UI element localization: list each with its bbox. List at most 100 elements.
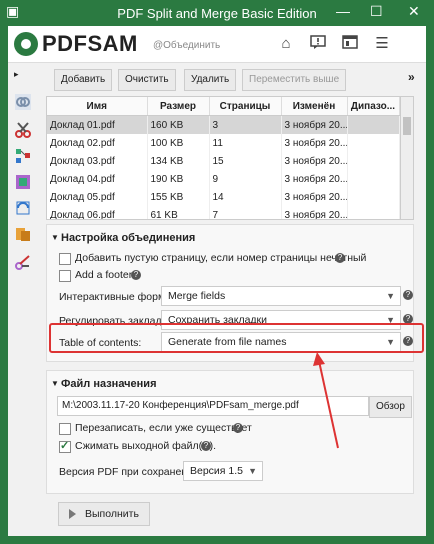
forms-select-value: Merge fields	[168, 290, 226, 302]
cell-name: Доклад 06.pdf	[47, 206, 148, 219]
cell-size: 160 KB	[147, 115, 210, 134]
overwrite-label: Перезаписать, если уже существует	[75, 422, 252, 434]
feedback-icon[interactable]	[308, 34, 328, 54]
dropdown-arrow-icon: ▼	[248, 466, 257, 476]
merge-settings-title: Настройка объединения	[61, 232, 196, 244]
footer-label: Add a footer	[75, 269, 133, 281]
cell-modified: 3 ноября 20...	[281, 134, 348, 152]
dashboard-icon[interactable]	[340, 34, 360, 54]
dropdown-arrow-icon: ▼	[386, 291, 395, 301]
table-row[interactable]: Доклад 01.pdf 160 KB 3 3 ноября 20...	[47, 115, 400, 134]
destination-panel: ▼ Файл назначения M:\2003.11.17-20 Конфе…	[46, 370, 414, 494]
toc-highlight-frame	[49, 323, 424, 353]
cell-size: 155 KB	[147, 188, 210, 206]
cell-pages: 3	[209, 115, 282, 134]
module-title: @Объединить	[153, 40, 221, 51]
table-row[interactable]: Доклад 05.pdf 155 KB 14 3 ноября 20...	[47, 188, 400, 206]
expand-sidebar-icon[interactable]: ▸	[14, 69, 19, 80]
cell-modified: 3 ноября 20...	[281, 206, 348, 219]
rotate-icon[interactable]	[14, 199, 32, 217]
version-select-value: Версия 1.5	[190, 465, 243, 477]
cell-pages: 7	[209, 206, 282, 219]
merge-module-icon[interactable]	[14, 93, 32, 111]
cell-range[interactable]	[347, 152, 400, 170]
column-header[interactable]: Дипазо...	[347, 97, 400, 116]
cell-range[interactable]	[347, 170, 400, 188]
sidebar: ▸	[8, 63, 38, 536]
table-row[interactable]: Доклад 04.pdf 190 KB 9 3 ноября 20...	[47, 170, 400, 188]
cell-modified: 3 ноября 20...	[281, 170, 348, 188]
help-icon: ?	[335, 253, 345, 263]
table-row[interactable]: Доклад 06.pdf 61 KB 7 3 ноября 20...	[47, 206, 400, 219]
cell-pages: 9	[209, 170, 282, 188]
help-icon: ?	[201, 441, 211, 451]
run-button[interactable]: Выполнить	[58, 502, 150, 526]
blank-page-checkbox[interactable]	[59, 253, 71, 265]
table-row[interactable]: Доклад 03.pdf 134 KB 15 3 ноября 20...	[47, 152, 400, 170]
help-icon: ?	[233, 423, 243, 433]
maximize-button[interactable]: ☐	[370, 3, 383, 20]
app-header: PDFSAM @Объединить ⌂ ☰	[8, 26, 426, 63]
compress-checkbox[interactable]	[59, 439, 71, 453]
run-label: Выполнить	[85, 508, 139, 520]
menu-icon[interactable]: ☰	[372, 34, 392, 54]
browse-button[interactable]: Обзор	[369, 396, 412, 418]
table-row[interactable]: Доклад 02.pdf 100 KB 11 3 ноября 20...	[47, 134, 400, 152]
cell-range[interactable]	[347, 134, 400, 152]
home-icon[interactable]: ⌂	[276, 34, 296, 54]
alternate-mix-icon[interactable]	[14, 173, 32, 191]
column-header[interactable]: Размер	[147, 97, 210, 116]
more-options-button[interactable]: »	[408, 70, 415, 84]
column-header[interactable]: Изменён	[281, 97, 348, 116]
cell-modified: 3 ноября 20...	[281, 188, 348, 206]
cell-name: Доклад 03.pdf	[47, 152, 148, 170]
cell-name: Доклад 01.pdf	[47, 115, 148, 134]
help-icon: ?	[131, 270, 141, 280]
destination-title: Файл назначения	[61, 378, 157, 390]
file-toolbar: Добавить Очистить Удалить Переместить вы…	[38, 64, 426, 92]
split-by-bookmarks-icon[interactable]	[14, 147, 32, 165]
clear-button[interactable]: Очистить	[118, 69, 176, 91]
pdfsam-logo-icon	[14, 32, 38, 56]
cell-range[interactable]	[347, 206, 400, 219]
app-window: ▣ PDF Split and Merge Basic Edition — ☐ …	[0, 0, 434, 544]
version-label: Версия PDF при сохранении:	[59, 466, 202, 478]
column-header[interactable]: Имя	[47, 97, 148, 116]
column-header[interactable]: Страницы	[209, 97, 282, 116]
cell-pages: 11	[209, 134, 282, 152]
move-up-button[interactable]: Переместить выше	[242, 69, 347, 91]
cell-modified: 3 ноября 20...	[281, 115, 348, 134]
files-table[interactable]: Имя Размер Страницы Изменён Дипазо... До…	[46, 96, 414, 220]
logo-text: PDFSAM	[42, 31, 138, 56]
window-title: PDF Split and Merge Basic Edition	[117, 6, 317, 21]
close-button[interactable]: ✕	[408, 3, 420, 20]
overwrite-checkbox[interactable]	[59, 423, 71, 435]
minimize-button[interactable]: —	[336, 3, 350, 19]
cell-size: 190 KB	[147, 170, 210, 188]
table-scrollbar[interactable]	[400, 97, 413, 219]
remove-button[interactable]: Удалить	[184, 69, 237, 91]
cell-pages: 14	[209, 188, 282, 206]
split-by-size-icon[interactable]	[14, 253, 32, 271]
collapse-arrow-icon[interactable]: ▼	[51, 379, 59, 388]
cell-modified: 3 ноября 20...	[281, 152, 348, 170]
forms-select[interactable]: Merge fields ▼	[161, 286, 401, 306]
cell-size: 100 KB	[147, 134, 210, 152]
cell-size: 61 KB	[147, 206, 210, 219]
forms-label: Интерактивные форм...	[59, 291, 174, 303]
cell-range[interactable]	[347, 115, 400, 134]
play-icon	[69, 509, 76, 519]
version-select[interactable]: Версия 1.5 ▼	[183, 461, 263, 481]
split-module-icon[interactable]	[14, 121, 32, 139]
add-button[interactable]: Добавить	[54, 69, 113, 91]
collapse-arrow-icon[interactable]: ▼	[51, 233, 59, 242]
cell-range[interactable]	[347, 188, 400, 206]
cell-pages: 15	[209, 152, 282, 170]
extract-icon[interactable]	[14, 225, 32, 243]
destination-path-input[interactable]: M:\2003.11.17-20 Конференция\PDFsam_merg…	[57, 396, 369, 416]
blank-page-label: Добавить пустую страницу, если номер стр…	[75, 252, 367, 264]
footer-checkbox[interactable]	[59, 270, 71, 282]
cell-name: Доклад 05.pdf	[47, 188, 148, 206]
scrollbar-thumb[interactable]	[403, 117, 411, 135]
cell-size: 134 KB	[147, 152, 210, 170]
